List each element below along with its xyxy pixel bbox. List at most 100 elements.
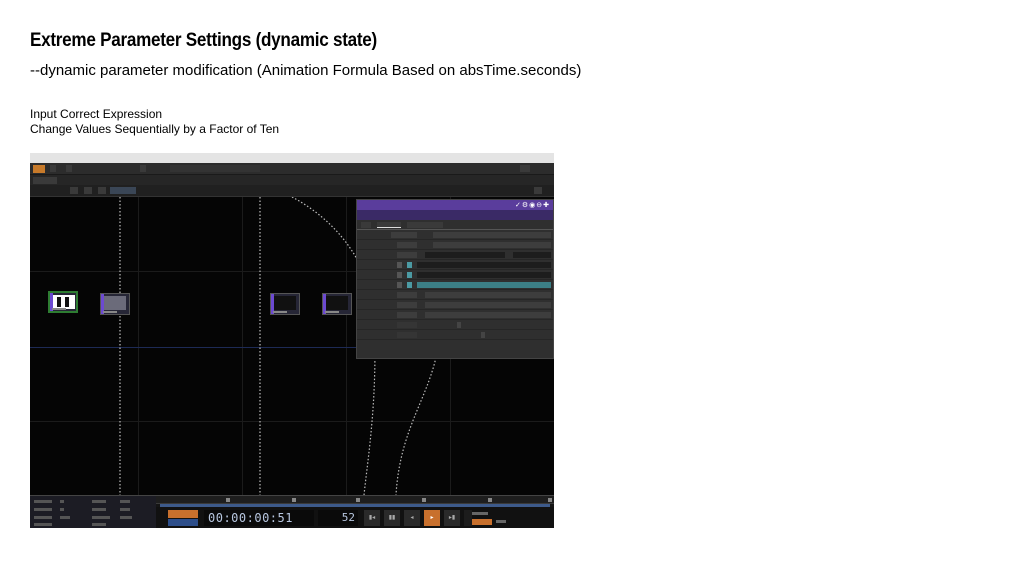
param-row [357, 310, 553, 320]
pane-tab[interactable] [33, 177, 57, 184]
operator-node[interactable] [270, 293, 300, 315]
timeline-tick [292, 498, 296, 502]
toolbar-button[interactable] [534, 187, 542, 194]
menu-item[interactable] [66, 165, 72, 172]
timeline-tick [422, 498, 426, 502]
param-expression-field[interactable] [417, 262, 551, 268]
timeline-tick [488, 498, 492, 502]
stat-label [34, 508, 52, 511]
expression-mode-icon[interactable] [407, 272, 412, 278]
param-label-field [397, 252, 417, 258]
param-value-field[interactable] [425, 252, 505, 258]
toolbar-button[interactable] [84, 187, 92, 194]
node-thumbnail [104, 296, 126, 310]
timecode-display[interactable]: 00:00:00:51 [204, 510, 314, 526]
performance-stats [30, 496, 156, 528]
stat-label [92, 516, 110, 519]
node-caption [325, 311, 339, 313]
operator-node[interactable] [100, 293, 130, 315]
node-caption [273, 311, 287, 313]
wave-trace [395, 346, 439, 495]
node-thumbnail [326, 296, 348, 310]
param-row [357, 290, 553, 300]
transport-controls: 00:00:00:51 52 ▮◂ ▮▮ ◂ ▸ ▸▮ [156, 507, 554, 528]
param-row [357, 250, 553, 260]
param-row [357, 280, 553, 290]
node-thumbnail [53, 295, 75, 309]
param-row [357, 320, 553, 330]
timeline-ruler[interactable] [156, 496, 554, 504]
param-slider[interactable] [457, 322, 461, 328]
stat-value [60, 508, 64, 511]
stat-label [92, 508, 106, 511]
param-toggle[interactable] [397, 272, 402, 278]
transport-mode-button[interactable] [168, 519, 198, 526]
tab-common[interactable] [407, 222, 443, 228]
stop-icon[interactable]: ▮▮ [384, 510, 400, 526]
parameter-tabs [357, 220, 553, 230]
play-icon[interactable]: ▸ [424, 510, 440, 526]
operator-node[interactable] [322, 293, 352, 315]
active-expression-field[interactable] [417, 282, 551, 288]
stat-label [92, 523, 106, 526]
menu-item[interactable] [520, 165, 530, 172]
timeline-tick [356, 498, 360, 502]
param-label-field [397, 292, 417, 298]
param-row [357, 330, 553, 340]
operator-node-selected[interactable] [48, 291, 78, 313]
param-label-field [397, 242, 417, 248]
param-row [357, 270, 553, 280]
transport-spacer [464, 510, 472, 526]
param-label-field [397, 312, 417, 318]
pane-bar [30, 175, 554, 185]
reverse-play-icon[interactable]: ◂ [404, 510, 420, 526]
stat-label [34, 516, 52, 519]
app-screenshot: ✓⚙◉⊖✚ 00:00:00:51 52 ▮◂ ▮▮ ◂ ▸ ▸▮ [30, 153, 554, 528]
stat-label [92, 500, 106, 503]
toolbar-button[interactable] [98, 187, 106, 194]
menu-bar [30, 163, 554, 175]
param-label-field [391, 232, 417, 238]
tab-parameters[interactable] [361, 222, 371, 228]
menu-strip[interactable] [170, 165, 260, 172]
param-dropdown[interactable] [433, 232, 551, 238]
param-toggle[interactable] [397, 262, 402, 268]
param-label-field [397, 322, 417, 328]
stat-value [60, 500, 64, 503]
stat-label [34, 500, 52, 503]
frame-counter[interactable]: 52 [318, 510, 358, 526]
param-label-field [397, 302, 417, 308]
param-slider[interactable] [481, 332, 485, 338]
param-dropdown[interactable] [433, 242, 551, 248]
param-value-field[interactable] [425, 292, 551, 298]
app-logo-icon[interactable] [33, 165, 45, 173]
param-label-field [397, 332, 417, 338]
param-value-field[interactable] [425, 302, 551, 308]
expression-mode-icon[interactable] [407, 282, 412, 288]
param-value-field[interactable] [513, 252, 551, 258]
menu-item[interactable] [50, 165, 56, 172]
param-toggle[interactable] [397, 282, 402, 288]
toolbar-button[interactable] [70, 187, 78, 194]
stat-value [60, 516, 70, 519]
param-row [357, 260, 553, 270]
realtime-toggle[interactable] [168, 510, 198, 518]
timeline-tick [226, 498, 230, 502]
path-field[interactable] [110, 187, 136, 194]
stat-label [34, 523, 52, 526]
network-toolbar [30, 185, 554, 197]
expression-mode-icon[interactable] [407, 262, 412, 268]
step-forward-icon[interactable]: ▸▮ [444, 510, 460, 526]
panel-header-icons[interactable]: ✓⚙◉⊖✚ [515, 201, 550, 209]
stat-value [120, 516, 132, 519]
note-line: Input Correct Expression [30, 107, 163, 121]
tab-active[interactable] [377, 222, 401, 228]
slide-title: Extreme Parameter Settings (dynamic stat… [30, 30, 377, 51]
range-toggle[interactable] [472, 519, 492, 525]
menu-item[interactable] [140, 165, 146, 172]
note-line: Change Values Sequentially by a Factor o… [30, 122, 280, 136]
param-value-field[interactable] [425, 312, 551, 318]
node-thumbnail [274, 296, 296, 310]
step-back-icon[interactable]: ▮◂ [364, 510, 380, 526]
param-expression-field[interactable] [417, 272, 551, 278]
